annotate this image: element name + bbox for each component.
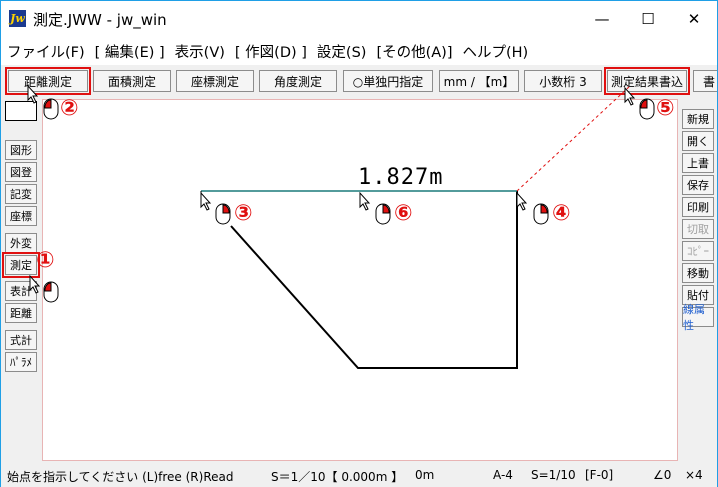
- close-button[interactable]: ✕: [671, 1, 717, 37]
- drawing-canvas[interactable]: [42, 99, 678, 461]
- status-prompt: 始点を指示してください (L)free (R)Read: [7, 470, 234, 484]
- step-marker-6: ⑥: [394, 201, 413, 226]
- tool-shikikei[interactable]: 式計: [5, 330, 37, 350]
- unit-toggle-button[interactable]: mm / 【m】: [439, 70, 519, 92]
- step-marker-2: ②: [60, 96, 79, 121]
- file-open-button[interactable]: 開く: [682, 131, 714, 151]
- window-title: 測定.JWW - jw_win: [33, 11, 167, 29]
- file-new-button[interactable]: 新規: [682, 109, 714, 129]
- app-window: Jw 測定.JWW - jw_win — ☐ ✕ ファイル(F) [ 編集(E)…: [0, 0, 718, 487]
- area-measure-button[interactable]: 面積測定: [93, 70, 171, 92]
- measure-toolbar: 距離測定 面積測定 座標測定 角度測定 ○単独円指定 mm / 【m】 小数桁 …: [1, 67, 717, 95]
- move-button[interactable]: 移動: [682, 263, 714, 283]
- jw-app-icon: Jw: [9, 10, 26, 27]
- tool-sokutei[interactable]: 測定: [2, 252, 40, 278]
- menu-file[interactable]: ファイル(F): [7, 41, 85, 62]
- decimal-digits-button[interactable]: 小数桁 3: [524, 70, 602, 92]
- title-bar: Jw 測定.JWW - jw_win — ☐ ✕: [1, 1, 717, 37]
- distance-measure-button[interactable]: 距離測定: [5, 67, 91, 95]
- status-scale2[interactable]: S=1/10: [531, 468, 576, 482]
- menu-edit[interactable]: [ 編集(E) ]: [95, 41, 165, 62]
- cut-button[interactable]: 切取: [682, 219, 714, 239]
- status-paper[interactable]: A-4: [493, 468, 513, 482]
- tool-kihen[interactable]: 記変: [5, 184, 37, 204]
- menu-help[interactable]: ヘルプ(H): [463, 41, 529, 62]
- single-circle-button[interactable]: ○単独円指定: [343, 70, 433, 92]
- save-button[interactable]: 保存: [682, 175, 714, 195]
- text-write-button[interactable]: 書: [693, 70, 717, 92]
- status-bar: 始点を指示してください (L)free (R)Read S＝1／10【 0.00…: [1, 463, 717, 487]
- minimize-button[interactable]: —: [579, 1, 625, 37]
- step-marker-1: ①: [36, 248, 55, 273]
- tool-zukei[interactable]: 図形: [5, 140, 37, 160]
- tool-hyoukei[interactable]: 表計: [5, 281, 37, 301]
- status-angle[interactable]: ∠0: [653, 468, 671, 482]
- angle-measure-button[interactable]: 角度測定: [259, 70, 337, 92]
- line-type-box[interactable]: [5, 101, 37, 121]
- tool-kyori[interactable]: 距離: [5, 303, 37, 323]
- status-length: 0m: [415, 468, 435, 482]
- step-marker-4: ④: [552, 201, 571, 226]
- measurement-result: 1.827m: [358, 165, 444, 190]
- status-scale: S＝1／10【 0.000m 】: [271, 470, 404, 484]
- menu-bar: ファイル(F) [ 編集(E) ] 表示(V) [ 作図(D) ] 設定(S) …: [1, 37, 717, 65]
- step-marker-5: ⑤: [656, 96, 675, 121]
- copy-button[interactable]: ｺﾋﾟｰ: [682, 241, 714, 261]
- tool-parame[interactable]: ﾊﾟﾗﾒ: [5, 352, 37, 372]
- tool-zutou[interactable]: 図登: [5, 162, 37, 182]
- overwrite-button[interactable]: 上書: [682, 153, 714, 173]
- maximize-button[interactable]: ☐: [625, 1, 671, 37]
- line-attr-button[interactable]: 線属性: [682, 303, 714, 332]
- status-x[interactable]: ×4: [685, 468, 703, 482]
- write-result-button[interactable]: 測定結果書込: [604, 67, 690, 95]
- tool-zahyo[interactable]: 座標: [5, 206, 37, 226]
- tool-gaihen[interactable]: 外変: [5, 233, 37, 253]
- status-layer[interactable]: [F-0]: [585, 468, 613, 482]
- menu-draw[interactable]: [ 作図(D) ]: [235, 41, 307, 62]
- coord-measure-button[interactable]: 座標測定: [176, 70, 254, 92]
- menu-view[interactable]: 表示(V): [175, 41, 225, 62]
- menu-other[interactable]: [その他(A)]: [376, 41, 452, 62]
- print-button[interactable]: 印刷: [682, 197, 714, 217]
- menu-settings[interactable]: 設定(S): [317, 41, 367, 62]
- step-marker-3: ③: [234, 201, 253, 226]
